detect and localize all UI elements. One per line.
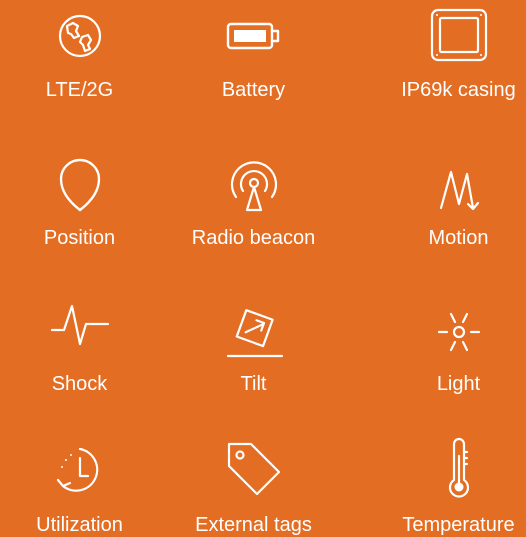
feature-label: Radio beacon [191, 227, 316, 249]
tilt-icon [224, 306, 284, 358]
feature-label: Position [43, 227, 116, 249]
thermometer-icon [445, 436, 473, 498]
feature-label: Tilt [240, 373, 267, 395]
motion-icon [439, 168, 479, 214]
feature-label: Light [436, 373, 481, 395]
feature-motion: Motion [371, 150, 526, 260]
location-pin-icon [59, 158, 101, 212]
feature-position: Position [0, 150, 167, 260]
feature-label: Shock [51, 373, 108, 395]
feature-label: Utilization [36, 514, 123, 536]
feature-label: LTE/2G [45, 79, 114, 101]
feature-lte-2g: LTE/2G [0, 0, 167, 110]
feature-shock: Shock [0, 290, 167, 400]
feature-utilization: Utilization [0, 436, 167, 536]
feature-label: Motion [428, 227, 489, 249]
feature-temperature: Temperature [371, 436, 526, 536]
battery-icon [226, 22, 282, 50]
globe-icon [58, 14, 102, 58]
feature-label: External tags [195, 514, 312, 536]
feature-radio-beacon: Radio beacon [166, 150, 341, 260]
shock-pulse-icon [50, 300, 110, 348]
feature-label: Temperature [402, 514, 515, 536]
feature-label: Battery [221, 79, 286, 101]
feature-battery: Battery [166, 0, 341, 110]
feature-external-tags: External tags [166, 436, 341, 536]
timer-icon [54, 446, 106, 496]
tag-icon [225, 440, 283, 498]
feature-light: Light [371, 290, 526, 400]
feature-tilt: Tilt [166, 290, 341, 400]
casing-icon [430, 8, 488, 62]
light-icon [434, 304, 484, 356]
feature-label: IP69k casing [401, 79, 516, 101]
feature-ip69k-casing: IP69k casing [371, 0, 526, 110]
radio-beacon-icon [225, 154, 283, 214]
